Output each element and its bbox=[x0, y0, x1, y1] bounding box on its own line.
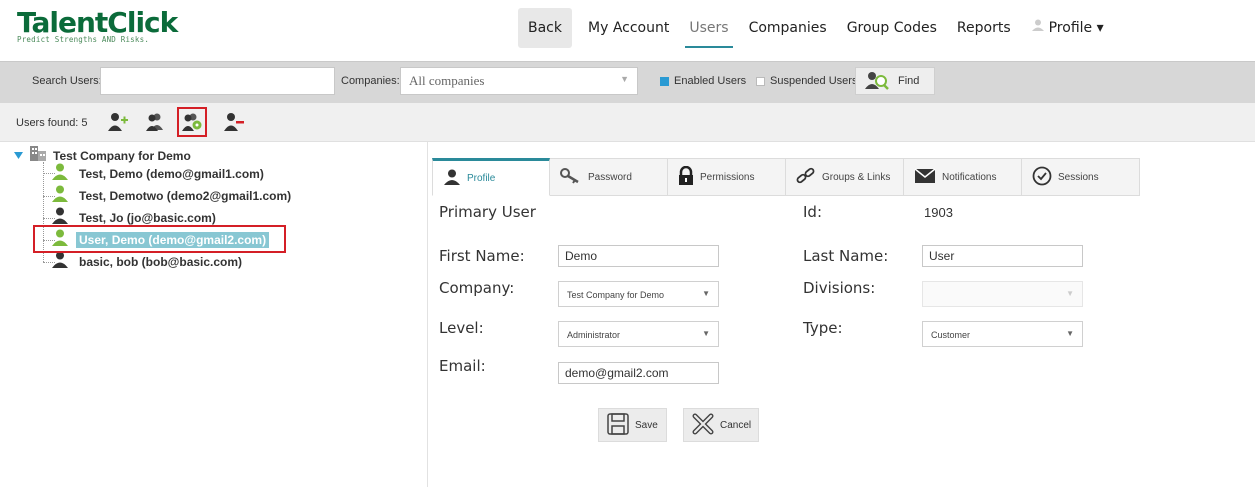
divisions-select[interactable]: ▼ bbox=[922, 281, 1083, 307]
tree-root-company[interactable]: Test Company for Demo bbox=[14, 145, 191, 166]
user-green-icon bbox=[52, 163, 68, 185]
nav-companies[interactable]: Companies bbox=[739, 8, 837, 48]
tree-user-item[interactable]: basic, bob (bob@basic.com) bbox=[52, 251, 245, 273]
chevron-down-icon: ▼ bbox=[702, 329, 710, 338]
expand-triangle-icon[interactable] bbox=[14, 147, 23, 165]
tab-sessions[interactable]: Sessions bbox=[1022, 158, 1140, 196]
tree-user-item[interactable]: Test, Demotwo (demo2@gmail1.com) bbox=[52, 185, 294, 207]
nav-group-codes[interactable]: Group Codes bbox=[837, 8, 947, 48]
key-icon bbox=[560, 167, 582, 187]
company-building-icon bbox=[29, 145, 47, 166]
remove-user-icon[interactable] bbox=[222, 110, 246, 134]
tab-groups-links[interactable]: Groups & Links bbox=[786, 158, 904, 196]
users-toolbar: Users found: 5 bbox=[0, 103, 1255, 142]
tree-user-label: Test, Jo (jo@basic.com) bbox=[79, 211, 216, 225]
form-heading: Primary User bbox=[439, 203, 536, 221]
tab-label: Notifications bbox=[942, 171, 997, 183]
type-select-value: Customer bbox=[931, 330, 971, 340]
email-label: Email: bbox=[439, 357, 486, 375]
suspended-users-label: Suspended Users bbox=[770, 75, 858, 87]
last-name-label: Last Name: bbox=[803, 247, 889, 265]
first-name-label: First Name: bbox=[439, 247, 525, 265]
find-button-label: Find bbox=[898, 75, 920, 87]
user-dark-icon bbox=[52, 251, 68, 273]
user-icon bbox=[443, 169, 461, 188]
tab-label: Password bbox=[588, 171, 632, 183]
chevron-down-icon: ▼ bbox=[1066, 289, 1074, 298]
level-select-value: Administrator bbox=[567, 330, 621, 340]
save-button[interactable]: Save bbox=[598, 408, 667, 442]
tab-label: Groups & Links bbox=[822, 171, 891, 183]
companies-label: Companies: bbox=[341, 75, 400, 87]
tree-user-item[interactable]: Test, Demo (demo@gmail1.com) bbox=[52, 163, 267, 185]
users-group-icon[interactable] bbox=[143, 110, 167, 134]
id-value: 1903 bbox=[924, 205, 953, 220]
nav-reports[interactable]: Reports bbox=[947, 8, 1021, 48]
selection-highlight-box bbox=[33, 225, 286, 253]
email-field[interactable] bbox=[558, 362, 719, 384]
type-select[interactable]: Customer ▼ bbox=[922, 321, 1083, 347]
user-search-icon bbox=[864, 70, 890, 93]
search-toolbar: Search Users: Companies: All companies ▼… bbox=[0, 61, 1255, 104]
back-button[interactable]: Back bbox=[518, 8, 572, 48]
brand-logo[interactable]: TalentClick Predict Strengths AND Risks. bbox=[17, 6, 178, 45]
envelope-icon bbox=[914, 167, 936, 187]
find-button[interactable]: Find bbox=[855, 67, 935, 95]
clock-icon bbox=[1032, 166, 1052, 189]
divisions-label: Divisions: bbox=[803, 279, 876, 297]
top-navigation: Back My Account Users Companies Group Co… bbox=[518, 8, 1114, 48]
tab-profile[interactable]: Profile bbox=[432, 158, 550, 196]
suspended-users-checkbox[interactable] bbox=[756, 77, 765, 86]
user-settings-icon[interactable] bbox=[177, 107, 207, 137]
chevron-down-icon: ▼ bbox=[1066, 329, 1074, 338]
tab-notifications[interactable]: Notifications bbox=[904, 158, 1022, 196]
tab-permissions[interactable]: Permissions bbox=[668, 158, 786, 196]
users-found-count: Users found: 5 bbox=[16, 117, 88, 129]
save-button-label: Save bbox=[635, 419, 658, 431]
company-select-value: Test Company for Demo bbox=[567, 290, 665, 300]
nav-my-account[interactable]: My Account bbox=[578, 8, 679, 48]
user-detail-tabs: Profile Password Permissions Groups & Li… bbox=[432, 158, 1140, 198]
tab-label: Sessions bbox=[1058, 171, 1099, 183]
companies-select[interactable]: All companies ▼ bbox=[400, 67, 638, 95]
tab-password[interactable]: Password bbox=[550, 158, 668, 196]
level-select[interactable]: Administrator ▼ bbox=[558, 321, 719, 347]
brand-title: TalentClick bbox=[17, 6, 178, 39]
search-users-input[interactable] bbox=[100, 67, 335, 95]
user-green-icon bbox=[52, 185, 68, 207]
companies-select-value: All companies bbox=[409, 73, 485, 88]
add-user-icon[interactable] bbox=[106, 110, 130, 134]
type-label: Type: bbox=[803, 319, 843, 337]
cancel-x-icon bbox=[692, 413, 714, 438]
search-users-label: Search Users: bbox=[32, 75, 102, 87]
tree-user-label: Test, Demotwo (demo2@gmail1.com) bbox=[79, 189, 292, 203]
save-disk-icon bbox=[607, 412, 629, 438]
chevron-down-icon: ▼ bbox=[620, 74, 629, 84]
tree-root-label: Test Company for Demo bbox=[53, 148, 191, 163]
company-label: Company: bbox=[439, 279, 515, 297]
chevron-down-icon: ▼ bbox=[702, 289, 710, 298]
cancel-button[interactable]: Cancel bbox=[683, 408, 759, 442]
nav-profile-menu[interactable]: Profile ▾ bbox=[1021, 8, 1114, 48]
tab-label: Profile bbox=[467, 172, 496, 184]
tree-user-label: Test, Demo (demo@gmail1.com) bbox=[79, 167, 264, 181]
id-label: Id: bbox=[803, 203, 822, 221]
link-icon bbox=[796, 167, 816, 188]
lock-icon bbox=[678, 165, 694, 189]
cancel-button-label: Cancel bbox=[720, 419, 752, 431]
tree-user-label: basic, bob (bob@basic.com) bbox=[79, 255, 243, 269]
profile-label: Profile ▾ bbox=[1048, 20, 1104, 36]
user-icon bbox=[1031, 8, 1045, 48]
level-label: Level: bbox=[439, 319, 484, 337]
enabled-users-label: Enabled Users bbox=[674, 75, 747, 87]
tab-label: Permissions bbox=[700, 171, 755, 183]
enabled-users-checkbox[interactable] bbox=[660, 77, 669, 86]
company-select[interactable]: Test Company for Demo ▼ bbox=[558, 281, 719, 307]
first-name-field[interactable] bbox=[558, 245, 719, 267]
last-name-field[interactable] bbox=[922, 245, 1083, 267]
nav-users[interactable]: Users bbox=[679, 8, 738, 48]
panel-divider bbox=[427, 142, 428, 487]
